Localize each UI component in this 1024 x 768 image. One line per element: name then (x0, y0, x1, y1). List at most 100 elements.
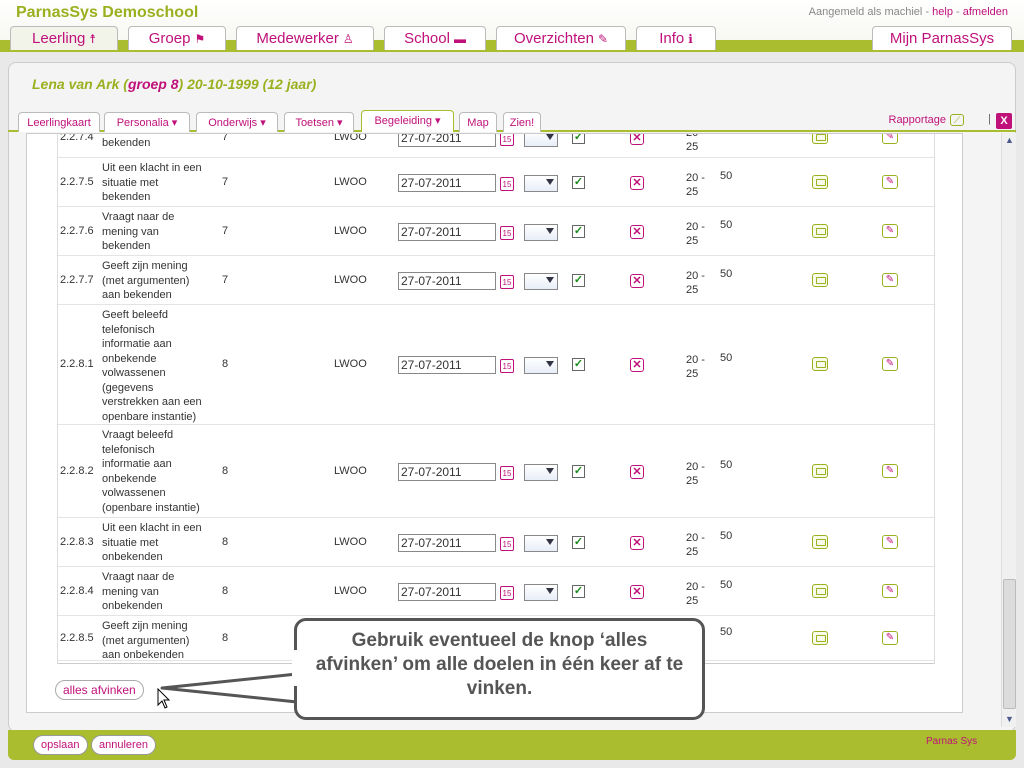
main-tab-info[interactable]: Info ℹ (636, 26, 716, 50)
date-input[interactable]: 27-07-2011 (398, 533, 496, 552)
range-line: 20 - (686, 354, 705, 366)
logout-link[interactable]: afmelden (963, 6, 1008, 18)
scroll-up-icon[interactable]: ▲ (1003, 134, 1016, 147)
done-checkbox[interactable]: ✓ (572, 358, 585, 371)
goal-code: 2.2.8.4 (60, 584, 94, 597)
status-select[interactable] (524, 583, 558, 601)
goal-description: Geeft beleefd telefonisch informatie aan on… (102, 308, 214, 424)
calendar-icon[interactable]: 15 (500, 585, 514, 600)
scroll-thumb[interactable] (1003, 579, 1016, 709)
cancel-button[interactable]: annuleren (91, 735, 156, 755)
remove-icon[interactable]: ✕ (630, 273, 644, 288)
edit-icon[interactable]: ✎ (882, 272, 898, 287)
calendar-icon[interactable]: 15 (500, 274, 514, 289)
comment-icon[interactable] (812, 583, 828, 598)
edit-icon[interactable]: ✎ (882, 134, 898, 144)
user-status: Aangemeld als machiel - help - afmelden (809, 6, 1008, 18)
main-tab-school[interactable]: School ▬ (384, 26, 486, 50)
main-tab-mijn-parnassys[interactable]: Mijn ParnasSys (872, 26, 1012, 50)
sub-tab-leerlingkaart[interactable]: Leerlingkaart (18, 112, 100, 132)
goal-code: 2.2.8.3 (60, 535, 94, 548)
scroll-down-icon[interactable]: ▼ (1003, 713, 1016, 726)
vertical-scrollbar[interactable]: ▲ ▼ (1001, 133, 1016, 727)
sub-tab-begeleiding[interactable]: Begeleiding ▾ (361, 110, 454, 132)
date-input[interactable]: 27-07-2011 (398, 173, 496, 192)
status-select[interactable] (524, 134, 558, 147)
save-button[interactable]: opslaan (33, 735, 88, 755)
status-select[interactable] (524, 272, 558, 290)
comment-icon[interactable] (812, 272, 828, 287)
sub-tab-map[interactable]: Map (459, 112, 497, 132)
edit-icon[interactable]: ✎ (882, 463, 898, 478)
goal-level: LWOO (334, 224, 367, 237)
close-button[interactable]: X (996, 113, 1012, 129)
edit-icon[interactable]: ✎ (882, 583, 898, 598)
staff-icon: ♙ (342, 32, 354, 46)
comment-icon[interactable] (812, 357, 828, 371)
done-checkbox[interactable]: ✓ (572, 464, 585, 478)
comment-icon[interactable] (812, 223, 828, 238)
main-tab-leerling[interactable]: Leerling ☨ (10, 26, 118, 50)
comment-icon[interactable] (812, 534, 828, 549)
edit-icon[interactable]: ✎ (882, 630, 898, 645)
goal-range: 20 -25 (686, 220, 710, 248)
date-input[interactable]: 27-07-2011 (398, 582, 496, 601)
done-checkbox[interactable]: ✓ (572, 535, 585, 549)
main-tab-groep[interactable]: Groep ⚑ (128, 26, 226, 50)
edit-icon[interactable]: ✎ (882, 357, 898, 371)
remove-icon[interactable]: ✕ (630, 584, 644, 599)
date-input[interactable]: 27-07-2011 (398, 356, 496, 374)
date-input[interactable]: 27-07-2011 (398, 462, 496, 481)
goal-level: LWOO (334, 273, 367, 286)
edit-icon[interactable]: ✎ (882, 223, 898, 238)
status-select[interactable] (524, 357, 558, 374)
sub-tab-onderwijs[interactable]: Onderwijs ▾ (196, 112, 278, 132)
remove-icon[interactable]: ✕ (630, 224, 644, 239)
remove-icon[interactable]: ✕ (630, 134, 644, 145)
calendar-icon[interactable]: 15 (500, 359, 514, 373)
table-row: 2.2.8.3 Uit een klacht in een situatie met… (58, 518, 934, 567)
chevron-down-icon (546, 134, 554, 140)
done-checkbox[interactable]: ✓ (572, 134, 585, 144)
main-tab-medewerker[interactable]: Medewerker ♙ (236, 26, 374, 50)
remove-icon[interactable]: ✕ (630, 175, 644, 190)
comment-icon[interactable] (812, 174, 828, 189)
calendar-icon[interactable]: 15 (500, 176, 514, 191)
sub-tab-zien![interactable]: Zien! (503, 112, 541, 132)
status-select[interactable] (524, 174, 558, 192)
calendar-icon[interactable]: 15 (500, 465, 514, 480)
date-input[interactable]: 27-07-2011 (398, 271, 496, 290)
rapportage-link[interactable]: Rapportage ⟋ (889, 114, 964, 127)
calendar-icon[interactable]: 15 (500, 225, 514, 240)
remove-icon[interactable]: ✕ (630, 464, 644, 479)
goal-range: 20 -25 (686, 531, 710, 559)
main-tab-overzichten[interactable]: Overzichten ✎ (496, 26, 626, 50)
date-input[interactable]: 27-07-2011 (398, 134, 496, 147)
remove-icon[interactable]: ✕ (630, 358, 644, 372)
main-tab-label: Leerling (32, 30, 86, 47)
date-input[interactable]: 27-07-2011 (398, 222, 496, 241)
done-checkbox[interactable]: ✓ (572, 224, 585, 238)
calendar-icon[interactable]: 15 (500, 134, 514, 146)
sub-tab-toetsen[interactable]: Toetsen ▾ (284, 112, 354, 132)
remove-icon[interactable]: ✕ (630, 535, 644, 550)
status-select[interactable] (524, 534, 558, 552)
calendar-icon[interactable]: 15 (500, 536, 514, 551)
goal-group: 8 (222, 535, 229, 548)
main-tab-label: Overzichten (513, 30, 594, 47)
comment-icon[interactable] (812, 630, 828, 645)
help-link[interactable]: help (932, 6, 953, 18)
done-checkbox[interactable]: ✓ (572, 584, 585, 598)
done-checkbox[interactable]: ✓ (572, 175, 585, 189)
description-line: onbekende (102, 352, 157, 365)
status-select[interactable] (524, 463, 558, 481)
done-checkbox[interactable]: ✓ (572, 273, 585, 287)
alles-afvinken-button[interactable]: alles afvinken (55, 680, 144, 700)
status-select[interactable] (524, 223, 558, 241)
student-group: groep 8 (127, 76, 179, 92)
comment-icon[interactable] (812, 463, 828, 478)
sub-tab-personalia[interactable]: Personalia ▾ (104, 112, 190, 132)
edit-icon[interactable]: ✎ (882, 534, 898, 549)
edit-icon[interactable]: ✎ (882, 174, 898, 189)
comment-icon[interactable] (812, 134, 828, 144)
